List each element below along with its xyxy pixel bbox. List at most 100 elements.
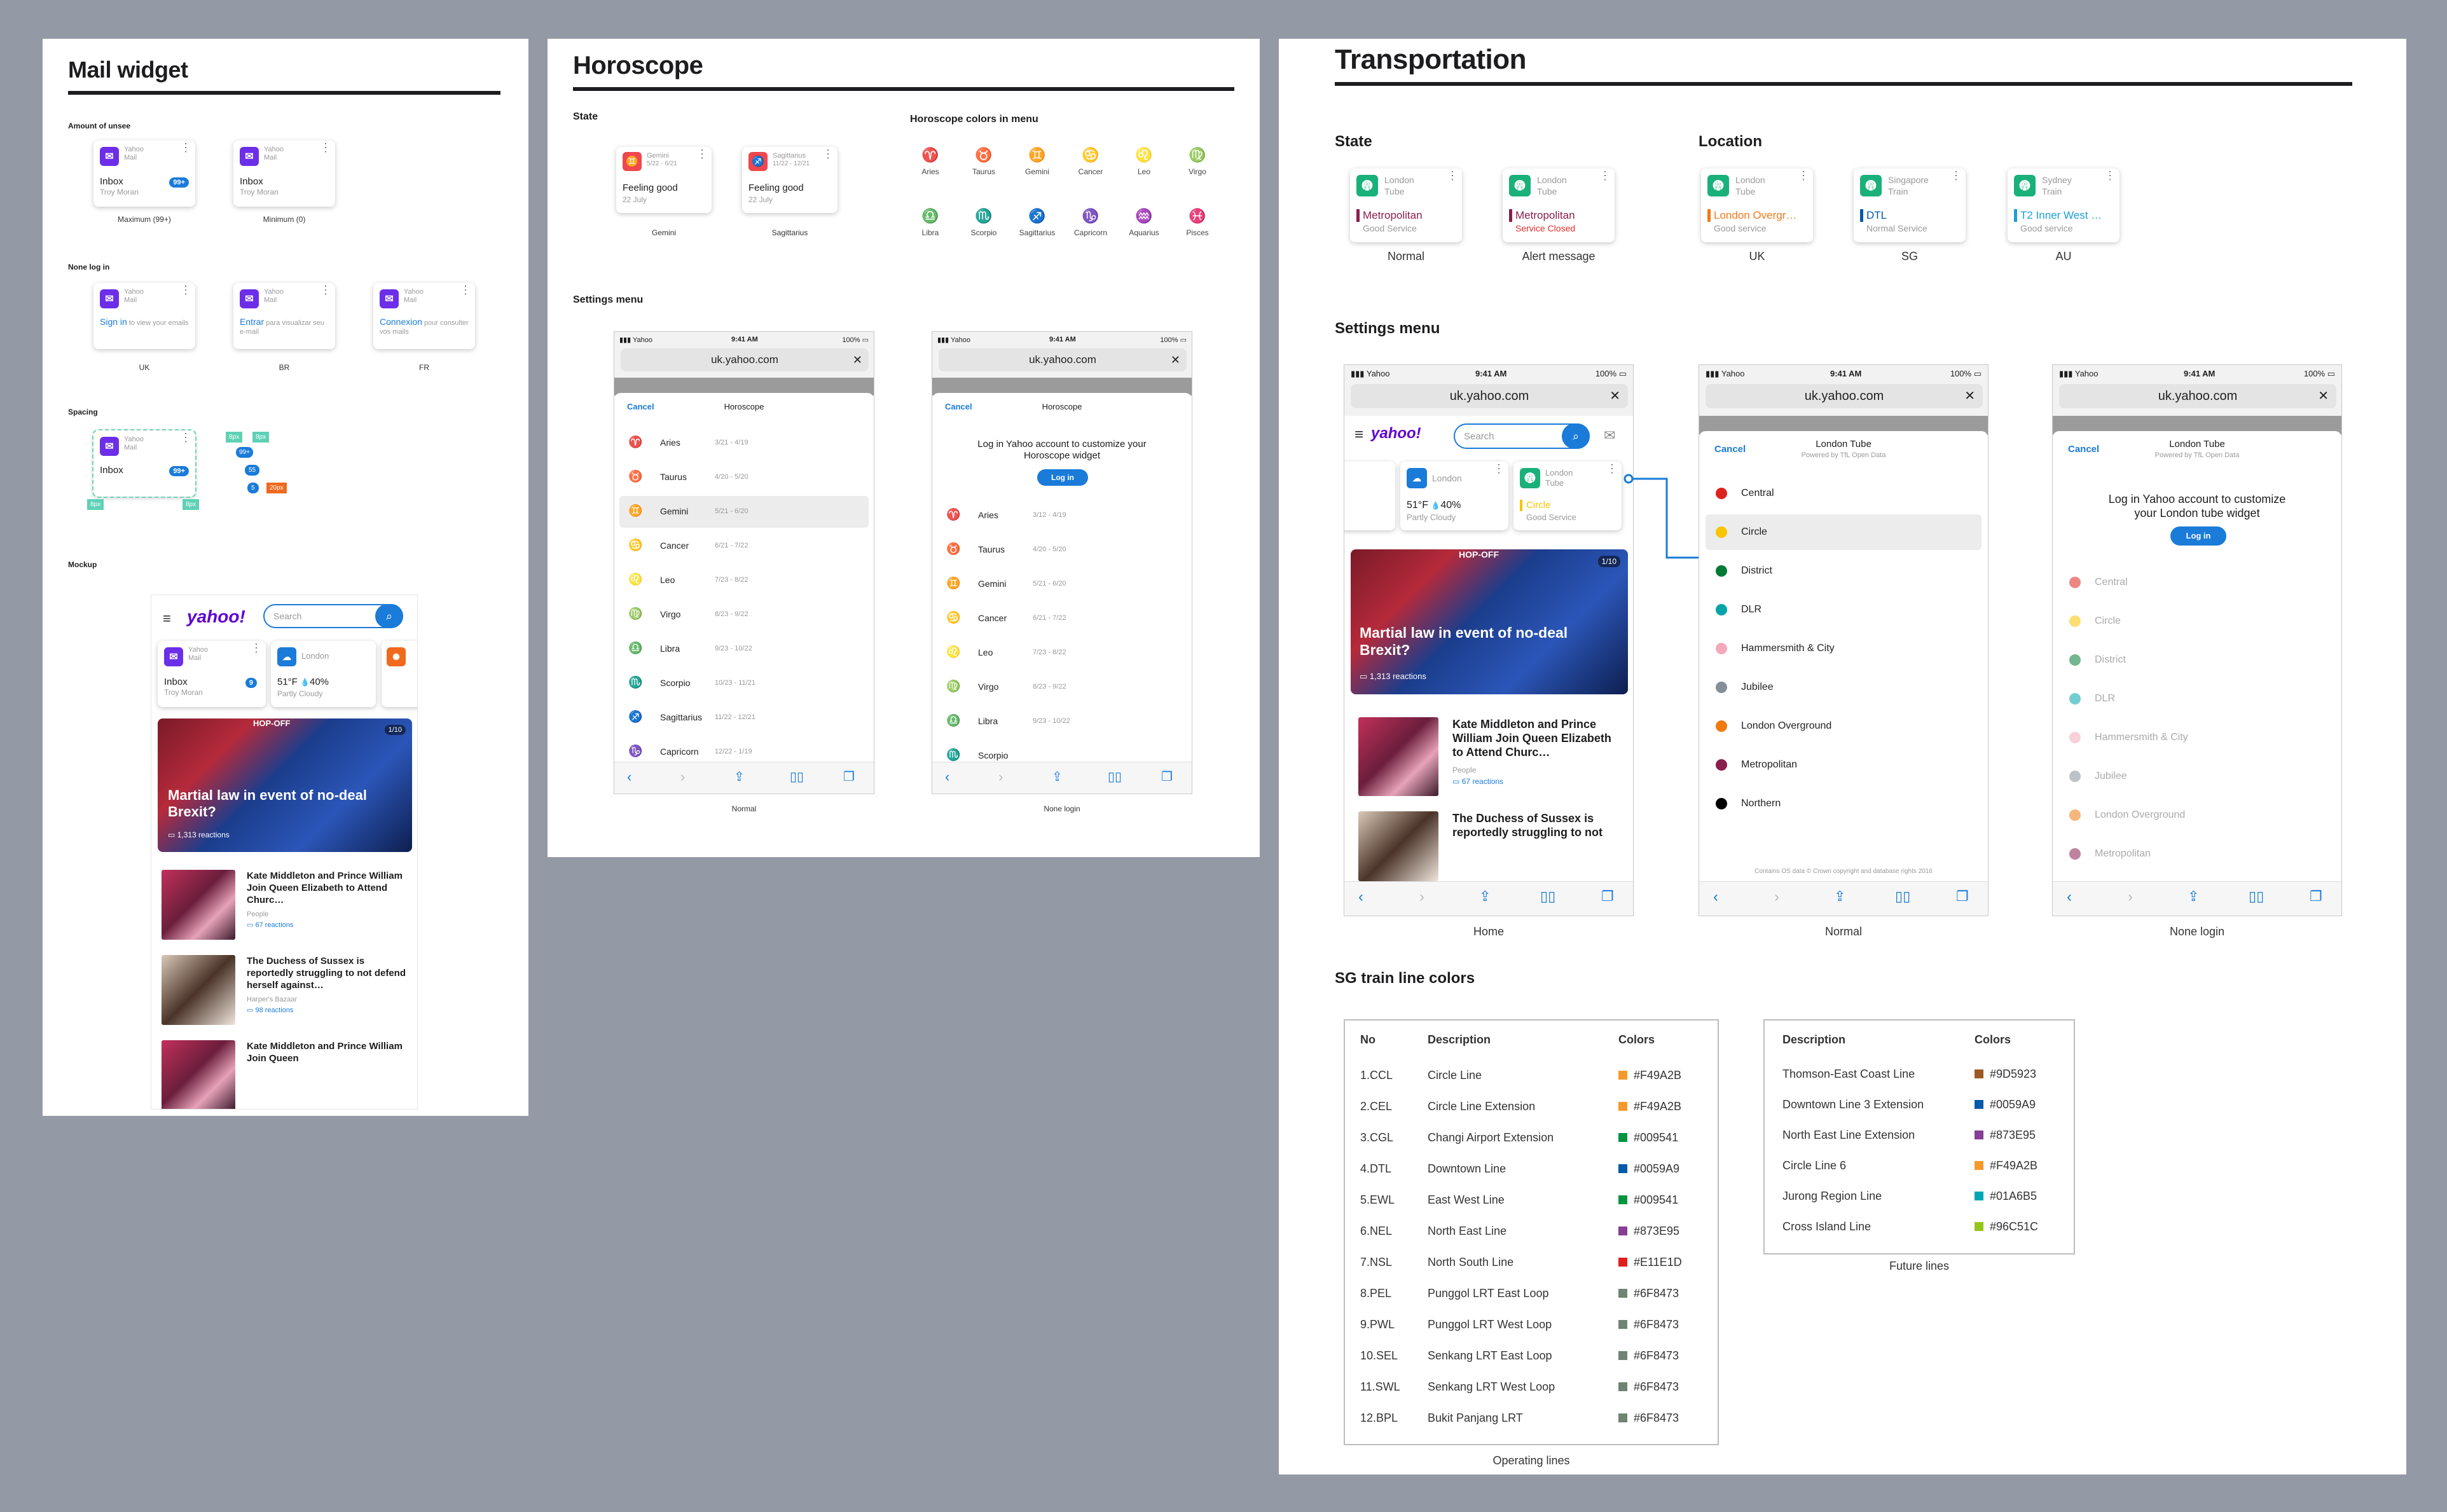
story-title[interactable]: The Duchess of Sussex is reportedly stru…	[1452, 811, 1624, 839]
sign-menu-item[interactable]: ♈ Aries 3/12 - 4/19	[937, 500, 1187, 532]
share-icon[interactable]: ⇪	[1834, 888, 1845, 905]
url-bar[interactable]: uk.yahoo.com ✕	[939, 348, 1187, 371]
tube-line-item[interactable]: Circle	[1706, 514, 1982, 550]
back-icon[interactable]: ‹	[627, 769, 631, 785]
story-title[interactable]: Kate Middleton and Prince William Join Q…	[247, 1040, 406, 1064]
home-partial-card[interactable]	[1344, 462, 1395, 530]
url-bar[interactable]: uk.yahoo.com ✕	[1351, 384, 1628, 408]
login-button[interactable]: Log in	[2170, 526, 2226, 546]
tube-line-item[interactable]: Jubilee	[1706, 670, 1982, 705]
sign-menu-item[interactable]: ♉ Taurus 4/20 - 5/20	[937, 534, 1187, 566]
transport-card[interactable]: 🚇︎ London Tube ⋮ London Overgr… Good service	[1701, 168, 1813, 242]
forward-icon[interactable]: ›	[680, 769, 685, 785]
more-icon[interactable]: ⋮	[460, 284, 471, 296]
tabs-icon[interactable]: ❐	[2310, 888, 2322, 905]
sign-menu-item[interactable]: ♎ Libra 9/23 - 10/22	[937, 706, 1187, 738]
mock-mail-card[interactable]: ✉ Yahoo Mail ⋮ Inbox Troy Moran 9	[158, 641, 266, 707]
tube-line-item[interactable]: DLR	[2059, 681, 2335, 717]
sign-menu-item[interactable]: ♋ Cancer 6/21 - 7/22	[619, 530, 869, 562]
bookmarks-icon[interactable]: ▯▯	[2249, 888, 2264, 905]
more-icon[interactable]: ⋮	[1493, 463, 1505, 474]
back-icon[interactable]: ‹	[2067, 888, 2072, 906]
bookmarks-icon[interactable]: ▯▯	[1108, 769, 1122, 785]
url-bar[interactable]: uk.yahoo.com ✕	[621, 348, 869, 371]
forward-icon[interactable]: ›	[998, 769, 1003, 785]
share-icon[interactable]: ⇪	[734, 769, 745, 785]
tabs-icon[interactable]: ❐	[843, 769, 855, 785]
more-icon[interactable]: ⋮	[1447, 170, 1458, 181]
tabs-icon[interactable]: ❐	[1956, 888, 1969, 905]
tube-line-item[interactable]: DLR	[1706, 592, 1982, 628]
more-icon[interactable]: ⋮	[696, 148, 708, 160]
story-title[interactable]: Kate Middleton and Prince William Join Q…	[247, 870, 406, 906]
tube-line-item[interactable]: District	[2059, 642, 2335, 678]
close-icon[interactable]: ✕	[853, 348, 862, 371]
yahoo-logo[interactable]: yahoo!	[187, 607, 245, 627]
story-thumb[interactable]	[1358, 717, 1438, 796]
sign-menu-item[interactable]: ♏ Scorpio 10/23 - 11/21	[619, 668, 869, 699]
forward-icon[interactable]: ›	[2128, 888, 2133, 906]
tube-line-item[interactable]: London Overground	[1706, 708, 1982, 744]
back-icon[interactable]: ‹	[1713, 888, 1718, 906]
story-title[interactable]: The Duchess of Sussex is reportedly stru…	[247, 955, 406, 991]
transport-card[interactable]: 🚇︎ Sydney Train ⋮ T2 Inner West … Good servic…	[2008, 168, 2120, 242]
mock-partial-card[interactable]: ✺	[382, 641, 417, 707]
sign-menu-item[interactable]: ♍ Virgo 8/23 - 9/22	[937, 671, 1187, 703]
more-icon[interactable]: ⋮	[180, 432, 191, 443]
sign-menu-item[interactable]: ♍ Virgo 8/23 - 9/22	[619, 599, 869, 631]
more-icon[interactable]: ⋮	[320, 142, 331, 153]
story-title[interactable]: Kate Middleton and Prince William Join Q…	[1452, 717, 1624, 759]
sign-menu-item[interactable]: ♊ Gemini 5/21 - 6/20	[619, 496, 869, 528]
story-thumb[interactable]	[1358, 811, 1438, 881]
share-icon[interactable]: ⇪	[2188, 888, 2199, 905]
news-hero[interactable]: HOP-OFF 1/10 Martial law in event of no-…	[158, 718, 412, 852]
tube-line-item[interactable]: Central	[1706, 476, 1982, 511]
more-icon[interactable]: ⋮	[1950, 170, 1962, 181]
signin-link[interactable]: Connexion	[380, 317, 422, 327]
sign-menu-item[interactable]: ♌ Leo 7/23 - 8/22	[937, 637, 1187, 669]
transport-card[interactable]: 🚇︎ London Tube ⋮ Metropolitan Service Closed	[1503, 168, 1615, 242]
tube-line-item[interactable]: Circle	[2059, 603, 2335, 639]
signin-link[interactable]: Entrar	[240, 317, 264, 327]
tube-line-item[interactable]: London Overground	[2059, 797, 2335, 833]
forward-icon[interactable]: ›	[1419, 888, 1424, 906]
transport-card[interactable]: 🚇︎ London Tube ⋮ Metropolitan Good Service	[1350, 168, 1462, 242]
bookmarks-icon[interactable]: ▯▯	[1540, 888, 1555, 905]
more-icon[interactable]: ⋮	[1599, 170, 1611, 181]
tube-line-item[interactable]: District	[1706, 553, 1982, 589]
hamburger-icon[interactable]: ≡	[163, 610, 171, 627]
more-icon[interactable]: ⋮	[180, 284, 191, 296]
mock-weather-card[interactable]: ☁ London 51°F 💧40% Partly Cloudy	[271, 641, 376, 707]
home-weather-card[interactable]: ☁ London ⋮ 51°F 💧40% Partly Cloudy	[1400, 462, 1508, 530]
login-button[interactable]: Log in	[1037, 469, 1088, 486]
more-icon[interactable]: ⋮	[2104, 170, 2116, 181]
more-icon[interactable]: ⋮	[251, 642, 262, 654]
close-icon[interactable]: ✕	[1171, 348, 1180, 371]
tube-line-item[interactable]: Hammersmith & City	[1706, 631, 1982, 666]
hamburger-icon[interactable]: ≡	[1354, 426, 1363, 444]
close-icon[interactable]: ✕	[1610, 384, 1620, 408]
story-thumb[interactable]	[162, 955, 235, 1025]
more-icon[interactable]: ⋮	[180, 142, 191, 153]
sign-menu-item[interactable]: ♈ Aries 3/21 - 4/19	[619, 427, 869, 459]
share-icon[interactable]: ⇪	[1052, 769, 1063, 785]
more-icon[interactable]: ⋮	[1606, 463, 1618, 474]
more-icon[interactable]: ⋮	[1798, 170, 1809, 181]
sign-menu-item[interactable]: ♌ Leo 7/23 - 8/22	[619, 565, 869, 596]
search-icon[interactable]: ⌕	[1562, 423, 1590, 449]
tabs-icon[interactable]: ❐	[1161, 769, 1173, 785]
close-icon[interactable]: ✕	[2318, 384, 2329, 408]
tube-line-item[interactable]: Metropolitan	[2059, 836, 2335, 872]
tabs-icon[interactable]: ❐	[1601, 888, 1614, 905]
close-icon[interactable]: ✕	[1964, 384, 1975, 408]
tube-line-item[interactable]: Central	[2059, 565, 2335, 600]
more-icon[interactable]: ⋮	[320, 284, 331, 296]
sign-menu-item[interactable]: ♉ Taurus 4/20 - 5/20	[619, 462, 869, 493]
sign-menu-item[interactable]: ♊ Gemini 5/21 - 6/20	[937, 568, 1187, 600]
sign-menu-item[interactable]: ♐ Sagittarius 11/22 - 12/21	[619, 702, 869, 734]
sign-menu-item[interactable]: ♋ Cancer 6/21 - 7/22	[937, 603, 1187, 635]
tube-line-item[interactable]: Jubilee	[2059, 759, 2335, 794]
mail-icon[interactable]: ✉	[1604, 427, 1615, 444]
tube-line-item[interactable]: Metropolitan	[1706, 747, 1982, 783]
share-icon[interactable]: ⇪	[1479, 888, 1491, 905]
